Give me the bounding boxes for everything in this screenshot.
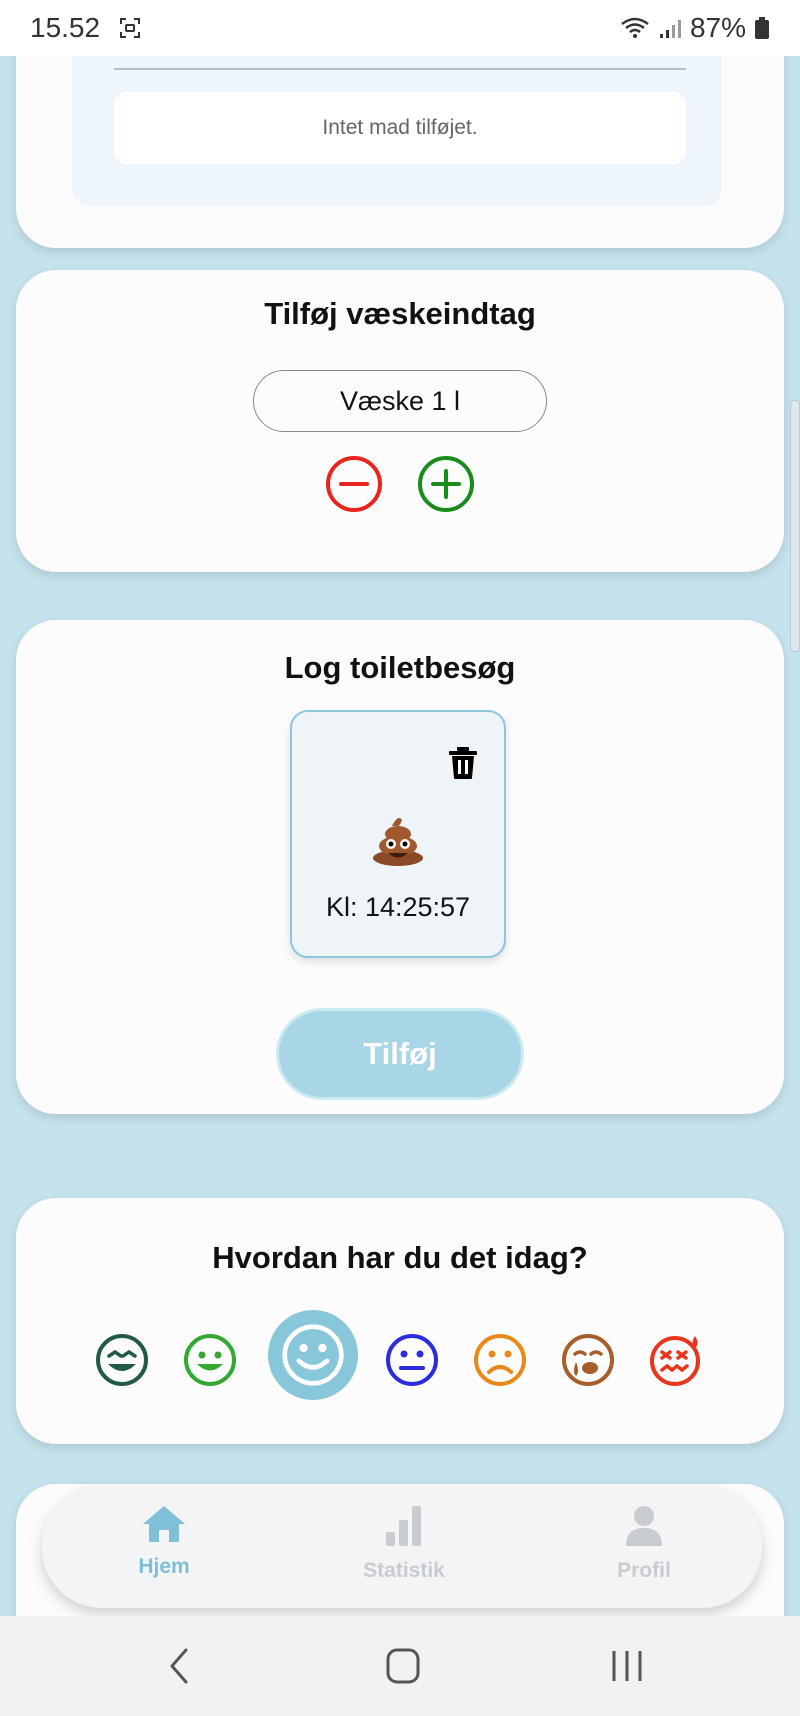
- scrollbar[interactable]: [790, 400, 800, 652]
- system-nav-bar: [0, 1616, 800, 1716]
- recent-apps-icon[interactable]: [602, 1646, 652, 1686]
- bar-chart-icon: [386, 1506, 421, 1546]
- mood-selector: [16, 1310, 784, 1410]
- wifi-icon: [621, 17, 649, 38]
- signal-icon: [659, 20, 681, 38]
- liquid-intake-card: Tilføj væskeindtag Væske 1 l: [16, 270, 784, 572]
- main-scroll-area[interactable]: Intet mad tilføjet. Tilføj væskeindtag V…: [0, 56, 800, 1616]
- nav-profile-label: Profil: [617, 1559, 671, 1582]
- divider: [114, 68, 686, 70]
- liquid-intake-title: Tilføj væskeindtag: [264, 296, 536, 331]
- happy-face-icon[interactable]: [182, 1332, 238, 1388]
- nav-profile[interactable]: Profil: [564, 1504, 724, 1594]
- sick-face-icon[interactable]: [648, 1332, 704, 1388]
- decrease-liquid-button[interactable]: [324, 454, 384, 514]
- poop-icon: [373, 818, 423, 866]
- nav-statistics-label: Statistik: [363, 1559, 445, 1582]
- screenshot-icon: [120, 18, 141, 38]
- nav-home[interactable]: Hjem: [84, 1504, 244, 1594]
- battery-percent: 87%: [689, 12, 746, 43]
- liquid-amount-display: Væske 1 l: [253, 370, 547, 432]
- battery-icon: [755, 17, 769, 39]
- person-icon: [626, 1506, 662, 1546]
- nav-home-label: Hjem: [138, 1555, 190, 1578]
- toilet-entry-time: Kl: 14:25:57: [325, 892, 471, 922]
- mood-selected-indicator[interactable]: [268, 1310, 358, 1400]
- mood-title: Hvordan har du det idag?: [212, 1240, 588, 1275]
- food-empty-message: Intet mad tilføjet.: [114, 92, 686, 164]
- increase-liquid-button[interactable]: [416, 454, 476, 514]
- neutral-face-icon[interactable]: [384, 1332, 440, 1388]
- crying-face-icon[interactable]: [560, 1332, 616, 1388]
- smiling-face-icon: [282, 1324, 344, 1386]
- home-circle-icon[interactable]: [378, 1646, 428, 1686]
- mood-card: Hvordan har du det idag?: [16, 1198, 784, 1444]
- add-toilet-button[interactable]: Tilføj: [276, 1008, 524, 1100]
- sad-face-icon[interactable]: [472, 1332, 528, 1388]
- status-time: 15.52: [30, 12, 101, 43]
- toilet-title: Log toiletbesøg: [284, 650, 516, 685]
- status-bar: 15.52 87%: [0, 0, 800, 56]
- nav-statistics[interactable]: Statistik: [324, 1504, 484, 1594]
- home-icon: [143, 1506, 185, 1542]
- delete-entry-button[interactable]: [448, 746, 478, 780]
- toilet-card: Log toiletbesøg Kl: 14:25:57 Tilføj: [16, 620, 784, 1114]
- bottom-nav: Hjem Statistik Profil: [42, 1486, 762, 1608]
- food-list: Intet mad tilføjet.: [72, 56, 722, 206]
- food-card: Intet mad tilføjet.: [16, 56, 784, 248]
- toilet-entry: Kl: 14:25:57: [290, 710, 506, 958]
- grinning-face-icon[interactable]: [94, 1332, 150, 1388]
- back-icon[interactable]: [156, 1646, 206, 1686]
